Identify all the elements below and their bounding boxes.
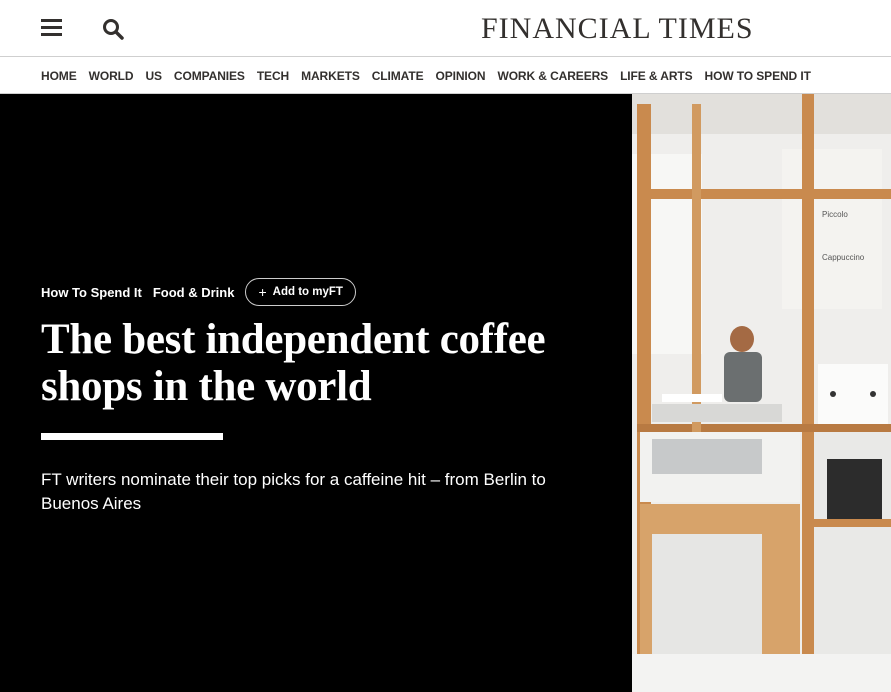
nav-item-life-arts[interactable]: LIFE & ARTS [620,69,693,83]
tag-food-drink[interactable]: Food & Drink [153,285,235,300]
headline-rule [41,433,223,440]
nav-item-climate[interactable]: CLIMATE [372,69,424,83]
search-icon[interactable] [101,17,125,41]
hamburger-menu-icon[interactable] [41,19,63,37]
add-to-myft-label: Add to myFT [272,286,343,298]
nav-item-companies[interactable]: COMPANIES [174,69,245,83]
coffee-shop-photo: Piccolo Cappuccino [632,94,891,692]
plus-icon: + [258,284,267,300]
nav-item-tech[interactable]: TECH [257,69,289,83]
menu-board-cappuccino: Cappuccino [822,253,865,262]
nav-item-opinion[interactable]: OPINION [435,69,485,83]
tag-how-to-spend-it[interactable]: How To Spend It [41,285,142,300]
nav-item-home[interactable]: HOME [41,69,77,83]
article-tags: How To Spend It Food & Drink + Add to my… [41,278,356,306]
add-to-myft-button[interactable]: + Add to myFT [245,278,356,306]
nav-list: HOME WORLD US COMPANIES TECH MARKETS CLIMATE OP… [41,57,823,94]
nav-item-us[interactable]: US [145,69,162,83]
site-logo[interactable]: FINANCIAL TIMES [481,12,783,46]
menu-board-piccolo: Piccolo [822,210,848,219]
nav-item-markets[interactable]: MARKETS [301,69,360,83]
nav-item-world[interactable]: WORLD [89,69,134,83]
main-navigation: HOME WORLD US COMPANIES TECH MARKETS CLIMATE OP… [0,57,891,94]
top-header: FINANCIAL TIMES [0,0,891,57]
article-standfirst: FT writers nominate their top picks for … [41,470,546,513]
article-headline: The best independent coffee shops in the… [41,316,546,410]
nav-item-how-to-spend-it[interactable]: HOW TO SPEND IT [705,69,811,83]
nav-item-work-careers[interactable]: WORK & CAREERS [497,69,608,83]
